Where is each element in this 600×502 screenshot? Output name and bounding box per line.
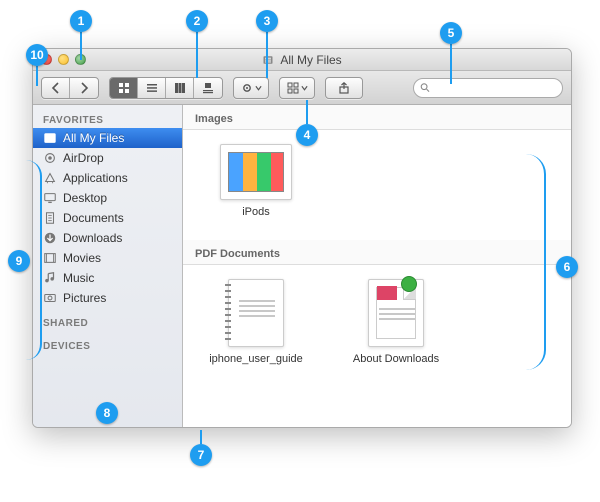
gear-icon bbox=[241, 82, 253, 94]
callout-1: 1 bbox=[70, 10, 92, 32]
sidebar-item-label: Movies bbox=[63, 251, 101, 265]
file-item[interactable]: iPods bbox=[201, 144, 311, 226]
sidebar-item-applications[interactable]: Applications bbox=[33, 168, 182, 188]
nav-buttons bbox=[41, 77, 99, 99]
column-view-button[interactable] bbox=[166, 78, 194, 98]
callout-8: 8 bbox=[96, 402, 118, 424]
icon-view-button[interactable] bbox=[110, 78, 138, 98]
sidebar-item-label: Pictures bbox=[63, 291, 106, 305]
sidebar-section-shared: SHARED bbox=[33, 314, 182, 331]
all-my-files-icon bbox=[262, 54, 274, 66]
file-label: About Downloads bbox=[341, 353, 451, 365]
file-thumbnail bbox=[220, 144, 292, 200]
callout-lead bbox=[196, 32, 198, 78]
sidebar-item-label: Applications bbox=[63, 171, 128, 185]
share-icon bbox=[338, 82, 350, 94]
callout-6: 6 bbox=[556, 256, 578, 278]
callout-10: 10 bbox=[26, 44, 48, 66]
sidebar: FAVORITES All My Files AirDrop Applicati… bbox=[33, 105, 183, 427]
music-icon bbox=[43, 271, 57, 285]
callout-lead bbox=[200, 430, 202, 444]
share-button[interactable] bbox=[326, 78, 362, 98]
file-thumbnail bbox=[368, 279, 424, 347]
sidebar-item-all-my-files[interactable]: All My Files bbox=[33, 128, 182, 148]
chevron-down-icon bbox=[255, 82, 262, 94]
arrange-menu[interactable] bbox=[279, 77, 315, 99]
search-icon bbox=[420, 82, 430, 93]
airdrop-icon bbox=[43, 151, 57, 165]
file-label: iPods bbox=[201, 206, 311, 218]
coverflow-view-button[interactable] bbox=[194, 78, 222, 98]
window-title: All My Files bbox=[33, 53, 571, 67]
callout-5: 5 bbox=[440, 22, 462, 44]
sidebar-item-label: Downloads bbox=[63, 231, 122, 245]
documents-icon bbox=[43, 211, 57, 225]
file-label: iphone_user_guide bbox=[201, 353, 311, 365]
applications-icon bbox=[43, 171, 57, 185]
movies-icon bbox=[43, 251, 57, 265]
downloads-icon bbox=[43, 231, 57, 245]
file-item[interactable]: iphone_user_guide bbox=[201, 279, 311, 365]
callout-4: 4 bbox=[296, 124, 318, 146]
view-mode-buttons bbox=[109, 77, 223, 99]
callout-2: 2 bbox=[186, 10, 208, 32]
chevron-down-icon bbox=[301, 82, 308, 94]
sidebar-item-desktop[interactable]: Desktop bbox=[33, 188, 182, 208]
callout-lead bbox=[450, 44, 452, 84]
sidebar-item-pictures[interactable]: Pictures bbox=[33, 288, 182, 308]
sidebar-item-downloads[interactable]: Downloads bbox=[33, 228, 182, 248]
callout-9: 9 bbox=[8, 250, 30, 272]
sidebar-item-label: All My Files bbox=[63, 131, 124, 145]
window-title-label: All My Files bbox=[280, 53, 341, 67]
group-header-images: Images bbox=[183, 105, 571, 130]
callout-lead bbox=[488, 154, 546, 370]
ipods-image-icon bbox=[228, 152, 284, 192]
arrange-button[interactable] bbox=[280, 78, 314, 98]
sidebar-item-music[interactable]: Music bbox=[33, 268, 182, 288]
sidebar-item-label: AirDrop bbox=[63, 151, 104, 165]
all-my-files-icon bbox=[43, 131, 57, 145]
pictures-icon bbox=[43, 291, 57, 305]
share-button-group bbox=[325, 77, 363, 99]
search-input[interactable] bbox=[434, 82, 556, 94]
back-button[interactable] bbox=[42, 78, 70, 98]
file-thumbnail bbox=[228, 279, 284, 347]
callout-lead bbox=[266, 32, 268, 78]
toolbar bbox=[33, 71, 571, 105]
callout-3: 3 bbox=[256, 10, 278, 32]
action-gear-button[interactable] bbox=[234, 78, 268, 98]
list-view-button[interactable] bbox=[138, 78, 166, 98]
sidebar-section-favorites: FAVORITES bbox=[33, 111, 182, 128]
action-menu[interactable] bbox=[233, 77, 269, 99]
sidebar-item-label: Desktop bbox=[63, 191, 107, 205]
search-field[interactable] bbox=[413, 78, 563, 98]
sidebar-item-label: Music bbox=[63, 271, 94, 285]
sidebar-item-airdrop[interactable]: AirDrop bbox=[33, 148, 182, 168]
callout-lead bbox=[36, 66, 38, 86]
callout-lead bbox=[306, 100, 308, 124]
sidebar-item-movies[interactable]: Movies bbox=[33, 248, 182, 268]
sidebar-item-documents[interactable]: Documents bbox=[33, 208, 182, 228]
grid-icon bbox=[287, 82, 299, 94]
doc-lines-icon bbox=[379, 308, 415, 320]
callout-lead bbox=[80, 32, 82, 60]
titlebar[interactable]: All My Files bbox=[33, 49, 571, 71]
sidebar-section-devices: DEVICES bbox=[33, 337, 182, 354]
forward-button[interactable] bbox=[70, 78, 98, 98]
callout-7: 7 bbox=[190, 444, 212, 466]
file-item[interactable]: About Downloads bbox=[341, 279, 451, 365]
page-image-icon bbox=[377, 286, 397, 300]
download-badge-icon bbox=[401, 276, 417, 292]
minimize-button[interactable] bbox=[58, 54, 69, 65]
desktop-icon bbox=[43, 191, 57, 205]
sidebar-item-label: Documents bbox=[63, 211, 124, 225]
doc-lines-icon bbox=[239, 300, 275, 317]
